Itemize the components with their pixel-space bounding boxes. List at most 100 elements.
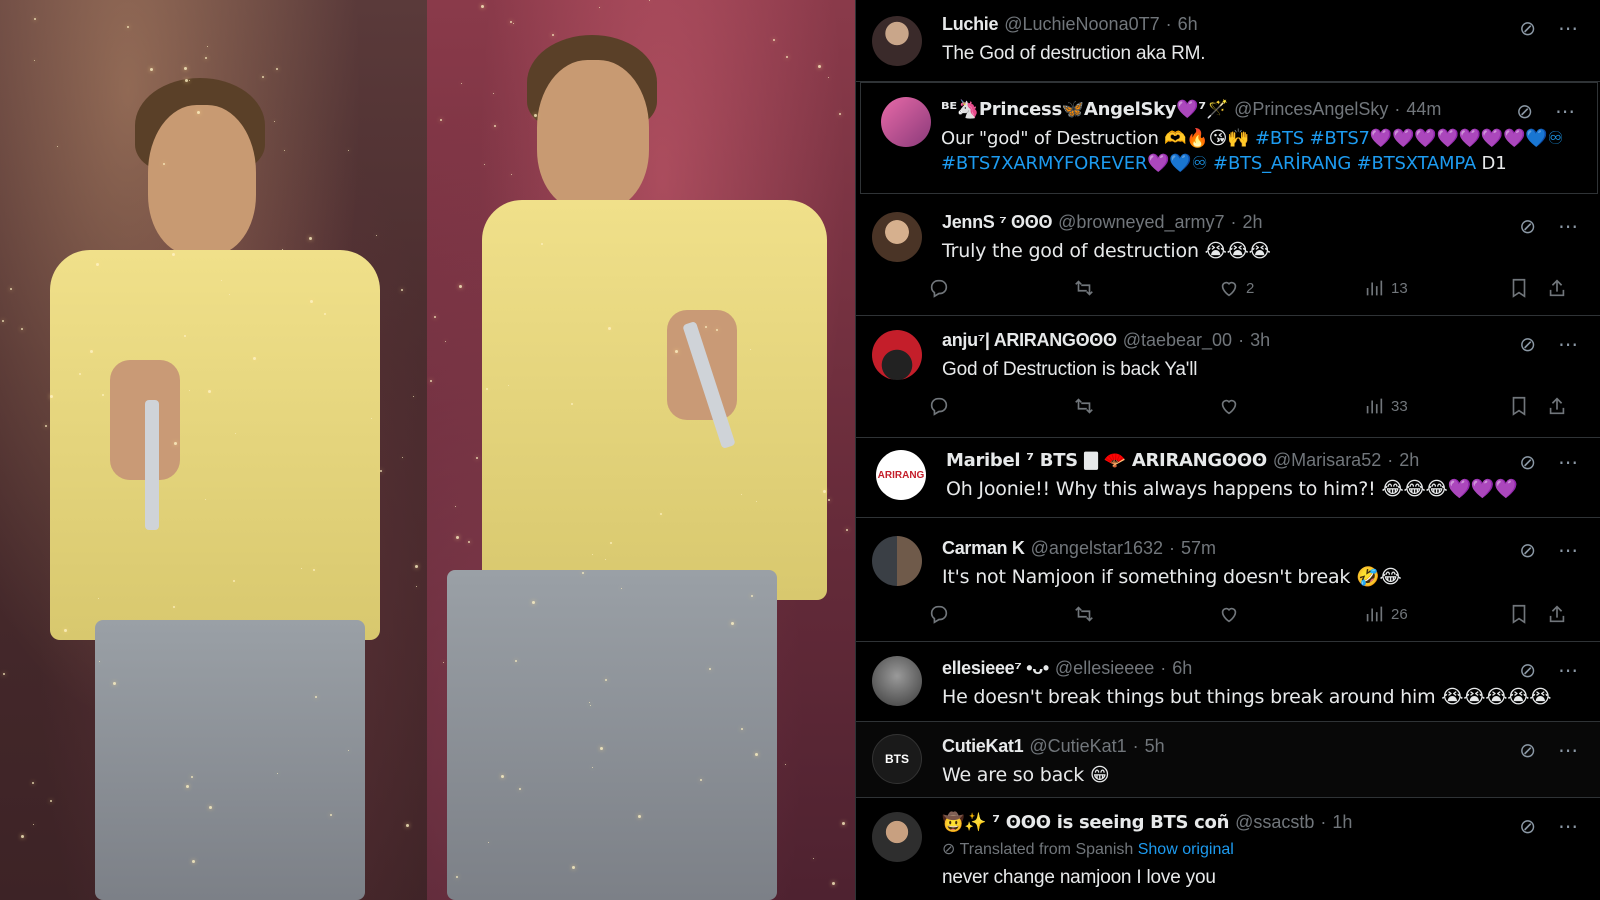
timestamp[interactable]: 44m — [1406, 99, 1441, 120]
repost-button[interactable] — [1073, 277, 1095, 299]
post[interactable]: ellesieee⁷ •ᴗ• @ellesieeee · 6h He doesn… — [856, 642, 1600, 722]
sparkle-light — [842, 822, 845, 825]
hashtag-link[interactable]: #BTS7XARMYFOREVER💜💙♾ #BTS_ARİRANG #BTSXT… — [941, 153, 1476, 174]
timestamp[interactable]: 57m — [1181, 538, 1216, 559]
post[interactable]: BTS CutieKat1 @CutieKat1 · 5h We are so … — [856, 722, 1600, 798]
reply-button[interactable] — [928, 277, 950, 299]
timestamp[interactable]: 3h — [1250, 330, 1270, 351]
post-text: Our "god" of Destruction 🫶🔥😘🙌 #BTS #BTS7… — [941, 126, 1581, 176]
grok-icon[interactable]: ⊘ — [1519, 214, 1536, 239]
timestamp[interactable]: 1h — [1332, 812, 1352, 833]
reply-button[interactable] — [928, 395, 950, 417]
avatar[interactable] — [872, 536, 922, 586]
microphone — [145, 400, 159, 530]
timestamp[interactable]: 2h — [1399, 450, 1419, 471]
display-name[interactable]: ᴮᴱ🦄Princess🦋AngelSky💜⁷🪄 — [941, 99, 1228, 120]
avatar[interactable] — [872, 212, 922, 262]
more-icon[interactable]: ⋯ — [1558, 332, 1578, 357]
avatar[interactable] — [872, 812, 922, 862]
avatar[interactable] — [872, 656, 922, 706]
views-button[interactable]: 33 — [1363, 395, 1408, 417]
show-original-link[interactable]: Show original — [1138, 841, 1234, 858]
post[interactable]: Carman K @angelstar1632 · 57m It's not N… — [856, 518, 1600, 642]
user-handle[interactable]: @angelstar1632 — [1031, 538, 1163, 559]
hashtag-link[interactable]: #BTS #BTS7💜💜💜💜💜💜💜💙♾ — [1255, 128, 1564, 149]
post[interactable]: anju⁷| ARIRANGʘʘʘ @taebear_00 · 3h God o… — [856, 316, 1600, 438]
timestamp[interactable]: 5h — [1145, 736, 1165, 757]
reply-button[interactable] — [928, 603, 950, 625]
avatar[interactable] — [872, 16, 922, 66]
post[interactable]: JennS ⁷ ʘʘʘ @browneyed_army7 · 2h Truly … — [856, 194, 1600, 316]
user-handle[interactable]: @LuchieNoona0T7 — [1004, 14, 1159, 35]
post[interactable]: ARIRANG Maribel ⁷ BTS 🀫 🪭 ARIRANGʘʘʘ @Ma… — [856, 438, 1600, 518]
views-button[interactable]: 26 — [1363, 603, 1408, 625]
user-handle[interactable]: @CutieKat1 — [1029, 736, 1126, 757]
more-icon[interactable]: ⋯ — [1558, 16, 1578, 41]
more-icon[interactable]: ⋯ — [1558, 658, 1578, 683]
bookmark-button[interactable] — [1508, 603, 1530, 625]
user-handle[interactable]: @PrincesAngelSky — [1234, 99, 1388, 120]
share-button[interactable] — [1546, 277, 1568, 299]
user-handle[interactable]: @taebear_00 — [1123, 330, 1232, 351]
user-handle[interactable]: @Marisara52 — [1273, 450, 1381, 471]
reply-feed[interactable]: Luchie @LuchieNoona0T7 · 6h The God of d… — [855, 0, 1600, 900]
like-button[interactable] — [1218, 395, 1240, 417]
display-name[interactable]: Maribel ⁷ BTS 🀫 🪭 ARIRANGʘʘʘ — [946, 450, 1267, 471]
separator-dot: · — [1320, 812, 1327, 832]
sparkle-light — [440, 119, 442, 121]
more-icon[interactable]: ⋯ — [1558, 214, 1578, 239]
pants — [447, 570, 777, 900]
avatar[interactable] — [872, 330, 922, 380]
share-button[interactable] — [1546, 395, 1568, 417]
sparkle-light — [277, 773, 278, 774]
more-icon[interactable]: ⋯ — [1558, 814, 1578, 839]
share-button[interactable] — [1546, 603, 1568, 625]
grok-icon[interactable]: ⊘ — [1519, 332, 1536, 357]
post[interactable]: 🤠✨ ⁷ ʘʘʘ is seeing BTS coñ @ssacstb · 1h… — [856, 798, 1600, 900]
user-handle[interactable]: @ssacstb — [1235, 812, 1314, 833]
display-name[interactable]: CutieKat1 — [942, 736, 1024, 757]
sparkle-light — [572, 866, 575, 869]
views-button[interactable]: 13 — [1363, 277, 1408, 299]
avatar[interactable]: ARIRANG — [876, 450, 926, 500]
sparkle-light — [608, 327, 611, 330]
post[interactable]: ᴮᴱ🦄Princess🦋AngelSky💜⁷🪄 @PrincesAngelSky… — [860, 82, 1598, 194]
separator-dot: · — [1169, 538, 1176, 558]
views-icon — [1366, 280, 1383, 296]
user-handle[interactable]: @ellesieeee — [1055, 658, 1154, 679]
display-name[interactable]: ellesieee⁷ •ᴗ• — [942, 658, 1049, 679]
avatar[interactable] — [881, 97, 931, 147]
grok-icon[interactable]: ⊘ — [1519, 814, 1536, 839]
like-button[interactable]: 2 — [1218, 277, 1254, 299]
display-name[interactable]: JennS ⁷ ʘʘʘ — [942, 212, 1052, 233]
display-name[interactable]: anju⁷| ARIRANGʘʘʘ — [942, 330, 1117, 351]
bookmark-button[interactable] — [1508, 277, 1530, 299]
more-icon[interactable]: ⋯ — [1558, 450, 1578, 475]
display-name[interactable]: Carman K — [942, 538, 1025, 559]
display-name[interactable]: Luchie — [942, 14, 999, 35]
pants — [95, 620, 365, 900]
grok-icon[interactable]: ⊘ — [1519, 450, 1536, 475]
timestamp[interactable]: 6h — [1172, 658, 1192, 679]
repost-button[interactable] — [1073, 603, 1095, 625]
timestamp[interactable]: 6h — [1178, 14, 1198, 35]
timestamp[interactable]: 2h — [1243, 212, 1263, 233]
user-handle[interactable]: @browneyed_army7 — [1058, 212, 1224, 233]
post-header: JennS ⁷ ʘʘʘ @browneyed_army7 · 2h — [942, 212, 1584, 233]
more-icon[interactable]: ⋯ — [1558, 538, 1578, 563]
sparkle-light — [185, 79, 188, 82]
more-icon[interactable]: ⋯ — [1558, 738, 1578, 763]
like-button[interactable] — [1218, 603, 1240, 625]
repost-button[interactable] — [1073, 395, 1095, 417]
grok-icon[interactable]: ⊘ — [1519, 658, 1536, 683]
avatar[interactable]: BTS — [872, 734, 922, 784]
grok-icon[interactable]: ⊘ — [1516, 99, 1533, 124]
display-name[interactable]: 🤠✨ ⁷ ʘʘʘ is seeing BTS coñ — [942, 812, 1229, 833]
sparkle-light — [197, 111, 200, 114]
more-icon[interactable]: ⋯ — [1555, 99, 1575, 124]
bookmark-button[interactable] — [1508, 395, 1530, 417]
grok-icon[interactable]: ⊘ — [1519, 738, 1536, 763]
grok-icon[interactable]: ⊘ — [1519, 538, 1536, 563]
grok-icon[interactable]: ⊘ — [1519, 16, 1536, 41]
post[interactable]: Luchie @LuchieNoona0T7 · 6h The God of d… — [856, 0, 1600, 82]
